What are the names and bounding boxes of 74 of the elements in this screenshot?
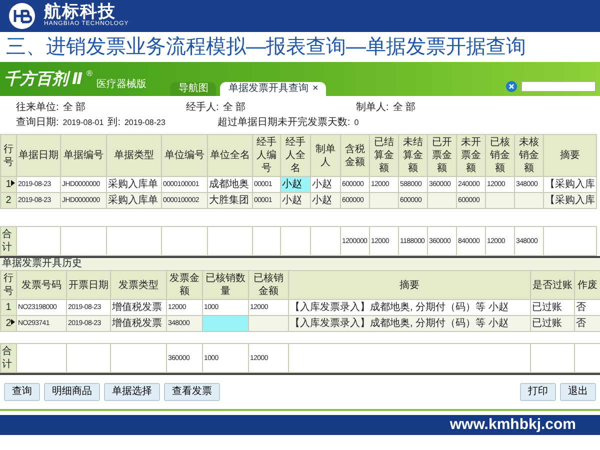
table-cell: 小赵 xyxy=(310,192,340,208)
column-header: 含税金额 xyxy=(340,134,370,176)
column-header: 已核销金额 xyxy=(248,270,288,300)
app-logo-name: 千方百剂 xyxy=(4,68,68,92)
table-cell: 增值税发票 xyxy=(110,316,166,332)
filter-value: 全 部 xyxy=(392,100,416,115)
column-header: 单位全名 xyxy=(208,134,252,176)
action-button[interactable]: 明细商品 xyxy=(44,383,100,401)
clear-icon[interactable] xyxy=(506,81,517,92)
panel-title: 单据发票开具历史 xyxy=(0,258,600,270)
total-label: 合计 xyxy=(0,344,16,372)
column-header: 单据类型 xyxy=(106,134,162,176)
search-field[interactable] xyxy=(521,81,596,92)
date-value: 2019-08-23 xyxy=(124,116,166,128)
column-header: 发票号码 xyxy=(16,270,66,300)
table-cell: 采购入库单 xyxy=(106,192,162,208)
action-button[interactable]: 查看发票 xyxy=(164,383,220,401)
column-header: 经手人编号 xyxy=(252,134,280,176)
column-header: 已结算金额 xyxy=(370,134,398,176)
filter-value: 全 部 xyxy=(222,100,246,115)
filter-label: 制单人: xyxy=(356,100,389,115)
filter-label: 查询日期: xyxy=(16,116,59,130)
action-button[interactable]: 打印 xyxy=(520,383,556,401)
table-cell: 【采购入库 xyxy=(544,192,596,208)
table-cell: 大胜集团 xyxy=(208,192,252,208)
action-button[interactable]: 退出 xyxy=(560,383,596,401)
column-header: 未开票金额 xyxy=(456,134,486,176)
row-number: 2 xyxy=(6,318,12,329)
column-header: 是否过账 xyxy=(530,270,574,300)
column-header: 单位编号 xyxy=(162,134,208,176)
registered-mark: ® xyxy=(86,68,92,80)
tab[interactable]: 导航图 xyxy=(170,82,216,96)
column-header: 作废 xyxy=(574,270,600,300)
app-edition: 医疗器械版 xyxy=(96,78,146,92)
row-number: 1 xyxy=(6,179,12,190)
column-header: 已核销金额 xyxy=(486,134,514,176)
brand-name: 航标科技 xyxy=(44,3,116,20)
filter-label: 超过单据日期未开完发票天数: xyxy=(217,116,350,130)
close-icon[interactable]: × xyxy=(312,83,318,94)
column-header: 开票日期 xyxy=(66,270,110,300)
column-header: 单据编号 xyxy=(60,134,106,176)
action-button[interactable]: 单据选择 xyxy=(104,383,160,401)
tab[interactable]: 单据发票开具查询 × xyxy=(220,82,326,96)
column-header: 摘要 xyxy=(544,134,596,176)
table-cell: 小赵 xyxy=(280,176,310,192)
filter-value: 全 部 xyxy=(62,100,86,115)
action-button[interactable]: 查询 xyxy=(4,383,40,401)
website-url: www.kmhbkj.com xyxy=(450,414,576,435)
table-cell: 否 xyxy=(574,316,600,332)
filter-label: 往来单位: xyxy=(16,100,59,115)
filter-label: 经手人: xyxy=(186,100,219,115)
filter-label: 到: xyxy=(108,116,120,130)
date-value: 2019-08-01 xyxy=(62,116,104,128)
column-header: 发票类型 xyxy=(110,270,166,300)
column-header: 已开票金额 xyxy=(428,134,456,176)
table-cell: 小赵 xyxy=(280,192,310,208)
column-header: 未核销金额 xyxy=(514,134,544,176)
column-header: 制单人 xyxy=(310,134,340,176)
column-header: 发票金额 xyxy=(166,270,202,300)
column-header: 摘要 xyxy=(288,270,530,300)
row-number: 2 xyxy=(6,195,12,206)
app-logo-mark: Ⅱ xyxy=(72,70,83,90)
table-cell: 【入库发票录入】成都地奥, 分期付（码）等 小赵 xyxy=(288,316,530,332)
column-header: 行号 xyxy=(0,134,16,176)
total-label: 合计 xyxy=(0,226,16,256)
column-header: 单据日期 xyxy=(16,134,60,176)
slide-title: 三、进销发票业务流程模拟—报表查询—单据发票开据查询 xyxy=(5,35,527,60)
table-cell: 已过账 xyxy=(530,316,574,332)
row-number: 1 xyxy=(6,302,12,313)
column-header: 未结算金额 xyxy=(398,134,428,176)
filter-value: 0 xyxy=(354,116,359,128)
column-header: 已核销数量 xyxy=(202,270,248,300)
column-header: 行号 xyxy=(0,270,16,300)
column-header: 经手人全名 xyxy=(280,134,310,176)
